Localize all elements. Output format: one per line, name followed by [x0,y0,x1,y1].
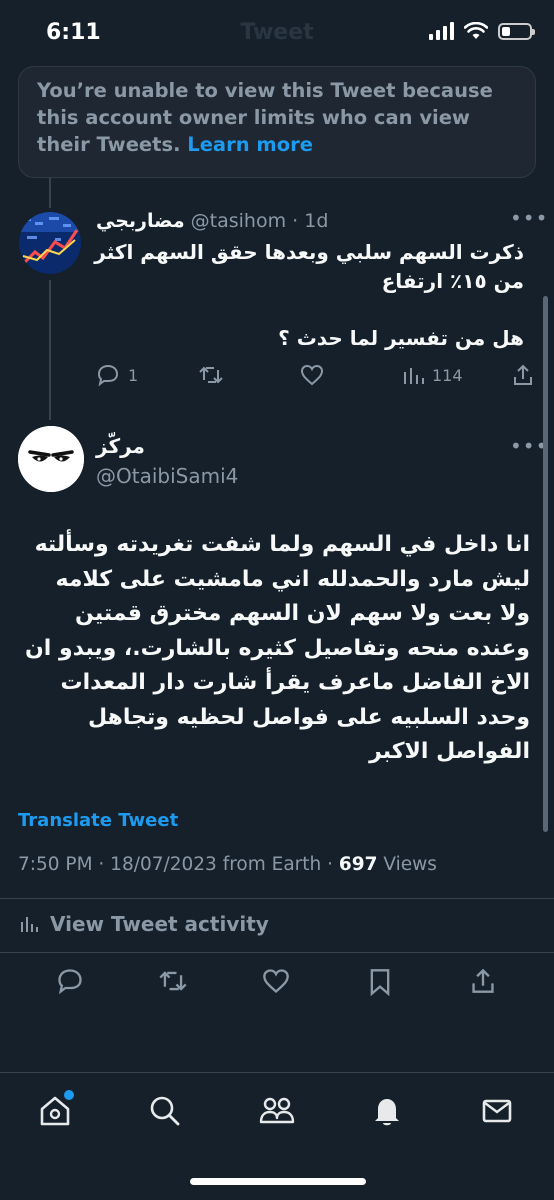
author-name[interactable]: مركّز [96,434,145,458]
tweet-time: · 1d [292,210,329,232]
main-tweet-text: انا داخل في السهم ولما شفت تغريدته وسألت… [24,532,530,764]
analytics-icon [404,368,424,384]
retweet-button[interactable] [198,364,224,386]
search-icon [150,1096,180,1126]
nav-search[interactable] [148,1094,182,1132]
more-options-icon[interactable]: ••• [510,206,548,230]
tweet-timestamp: 7:50 PM · 18/07/2023 from Earth · [18,854,339,875]
views-label: Views [377,854,437,875]
learn-more-link[interactable]: Learn more [187,133,313,156]
divider [0,1072,554,1073]
nav-home[interactable] [38,1090,74,1132]
heart-icon[interactable] [262,968,290,994]
bookmark-icon[interactable] [368,968,392,996]
activity-label: View Tweet activity [50,912,269,936]
views-button[interactable]: 114 [402,364,463,386]
status-icons [429,22,535,40]
status-time: 6:11 [46,20,101,45]
reply-tweet-text-2: هل من تفسير لما حدث ؟ [278,326,524,350]
reply-tweet-text: ذكرت السهم سلبي وبعدها حقق السهم اكثر من… [94,240,524,293]
reply-tweet-actions: 1 114 [94,364,540,394]
divider [0,952,554,953]
share-icon[interactable] [470,968,496,994]
main-tweet-actions [0,962,554,998]
translate-tweet-link[interactable]: Translate Tweet [18,810,178,831]
messages-icon [482,1099,512,1123]
thread-line [49,178,51,208]
views-count: 697 [338,854,378,875]
heart-icon [300,364,324,386]
analytics-icon [21,917,38,932]
author-handle[interactable]: @tasihom [191,210,286,232]
reply-count: 1 [128,365,139,385]
reply-icon [97,364,119,386]
share-button[interactable] [512,364,534,386]
divider [0,898,554,899]
avatar[interactable] [19,212,81,274]
signal-icon [429,22,454,40]
share-icon [514,364,532,385]
reply-icon[interactable] [56,968,84,994]
home-indicator [190,1178,366,1185]
scrollbar[interactable] [543,296,548,832]
battery-icon [498,22,535,40]
tweet-meta: 7:50 PM · 18/07/2023 from Earth · 697 Vi… [18,854,437,875]
bottom-nav [0,1074,554,1154]
retweet-icon [199,366,223,384]
avatar[interactable] [18,426,84,492]
notification-dot [64,1090,74,1100]
author-handle[interactable]: @OtaibiSami4 [96,464,238,488]
nav-notifications[interactable] [370,1094,404,1132]
nav-communities[interactable] [258,1094,296,1132]
author-name[interactable]: مضاربجي [96,210,185,232]
nav-messages[interactable] [480,1094,514,1132]
view-tweet-activity-button[interactable]: View Tweet activity [20,912,269,936]
reply-button[interactable]: 1 [96,364,138,386]
restricted-tweet-notice: You’re unable to view this Tweet because… [18,66,536,178]
notifications-icon [375,1099,399,1126]
communities-icon [259,1097,295,1124]
reply-tweet-header: مضاربجي @tasihom · 1d [96,210,328,232]
like-button[interactable] [300,364,324,386]
views-count: 114 [432,365,463,385]
wifi-icon [464,22,488,39]
retweet-icon[interactable] [158,968,188,994]
thread-line [49,280,51,420]
